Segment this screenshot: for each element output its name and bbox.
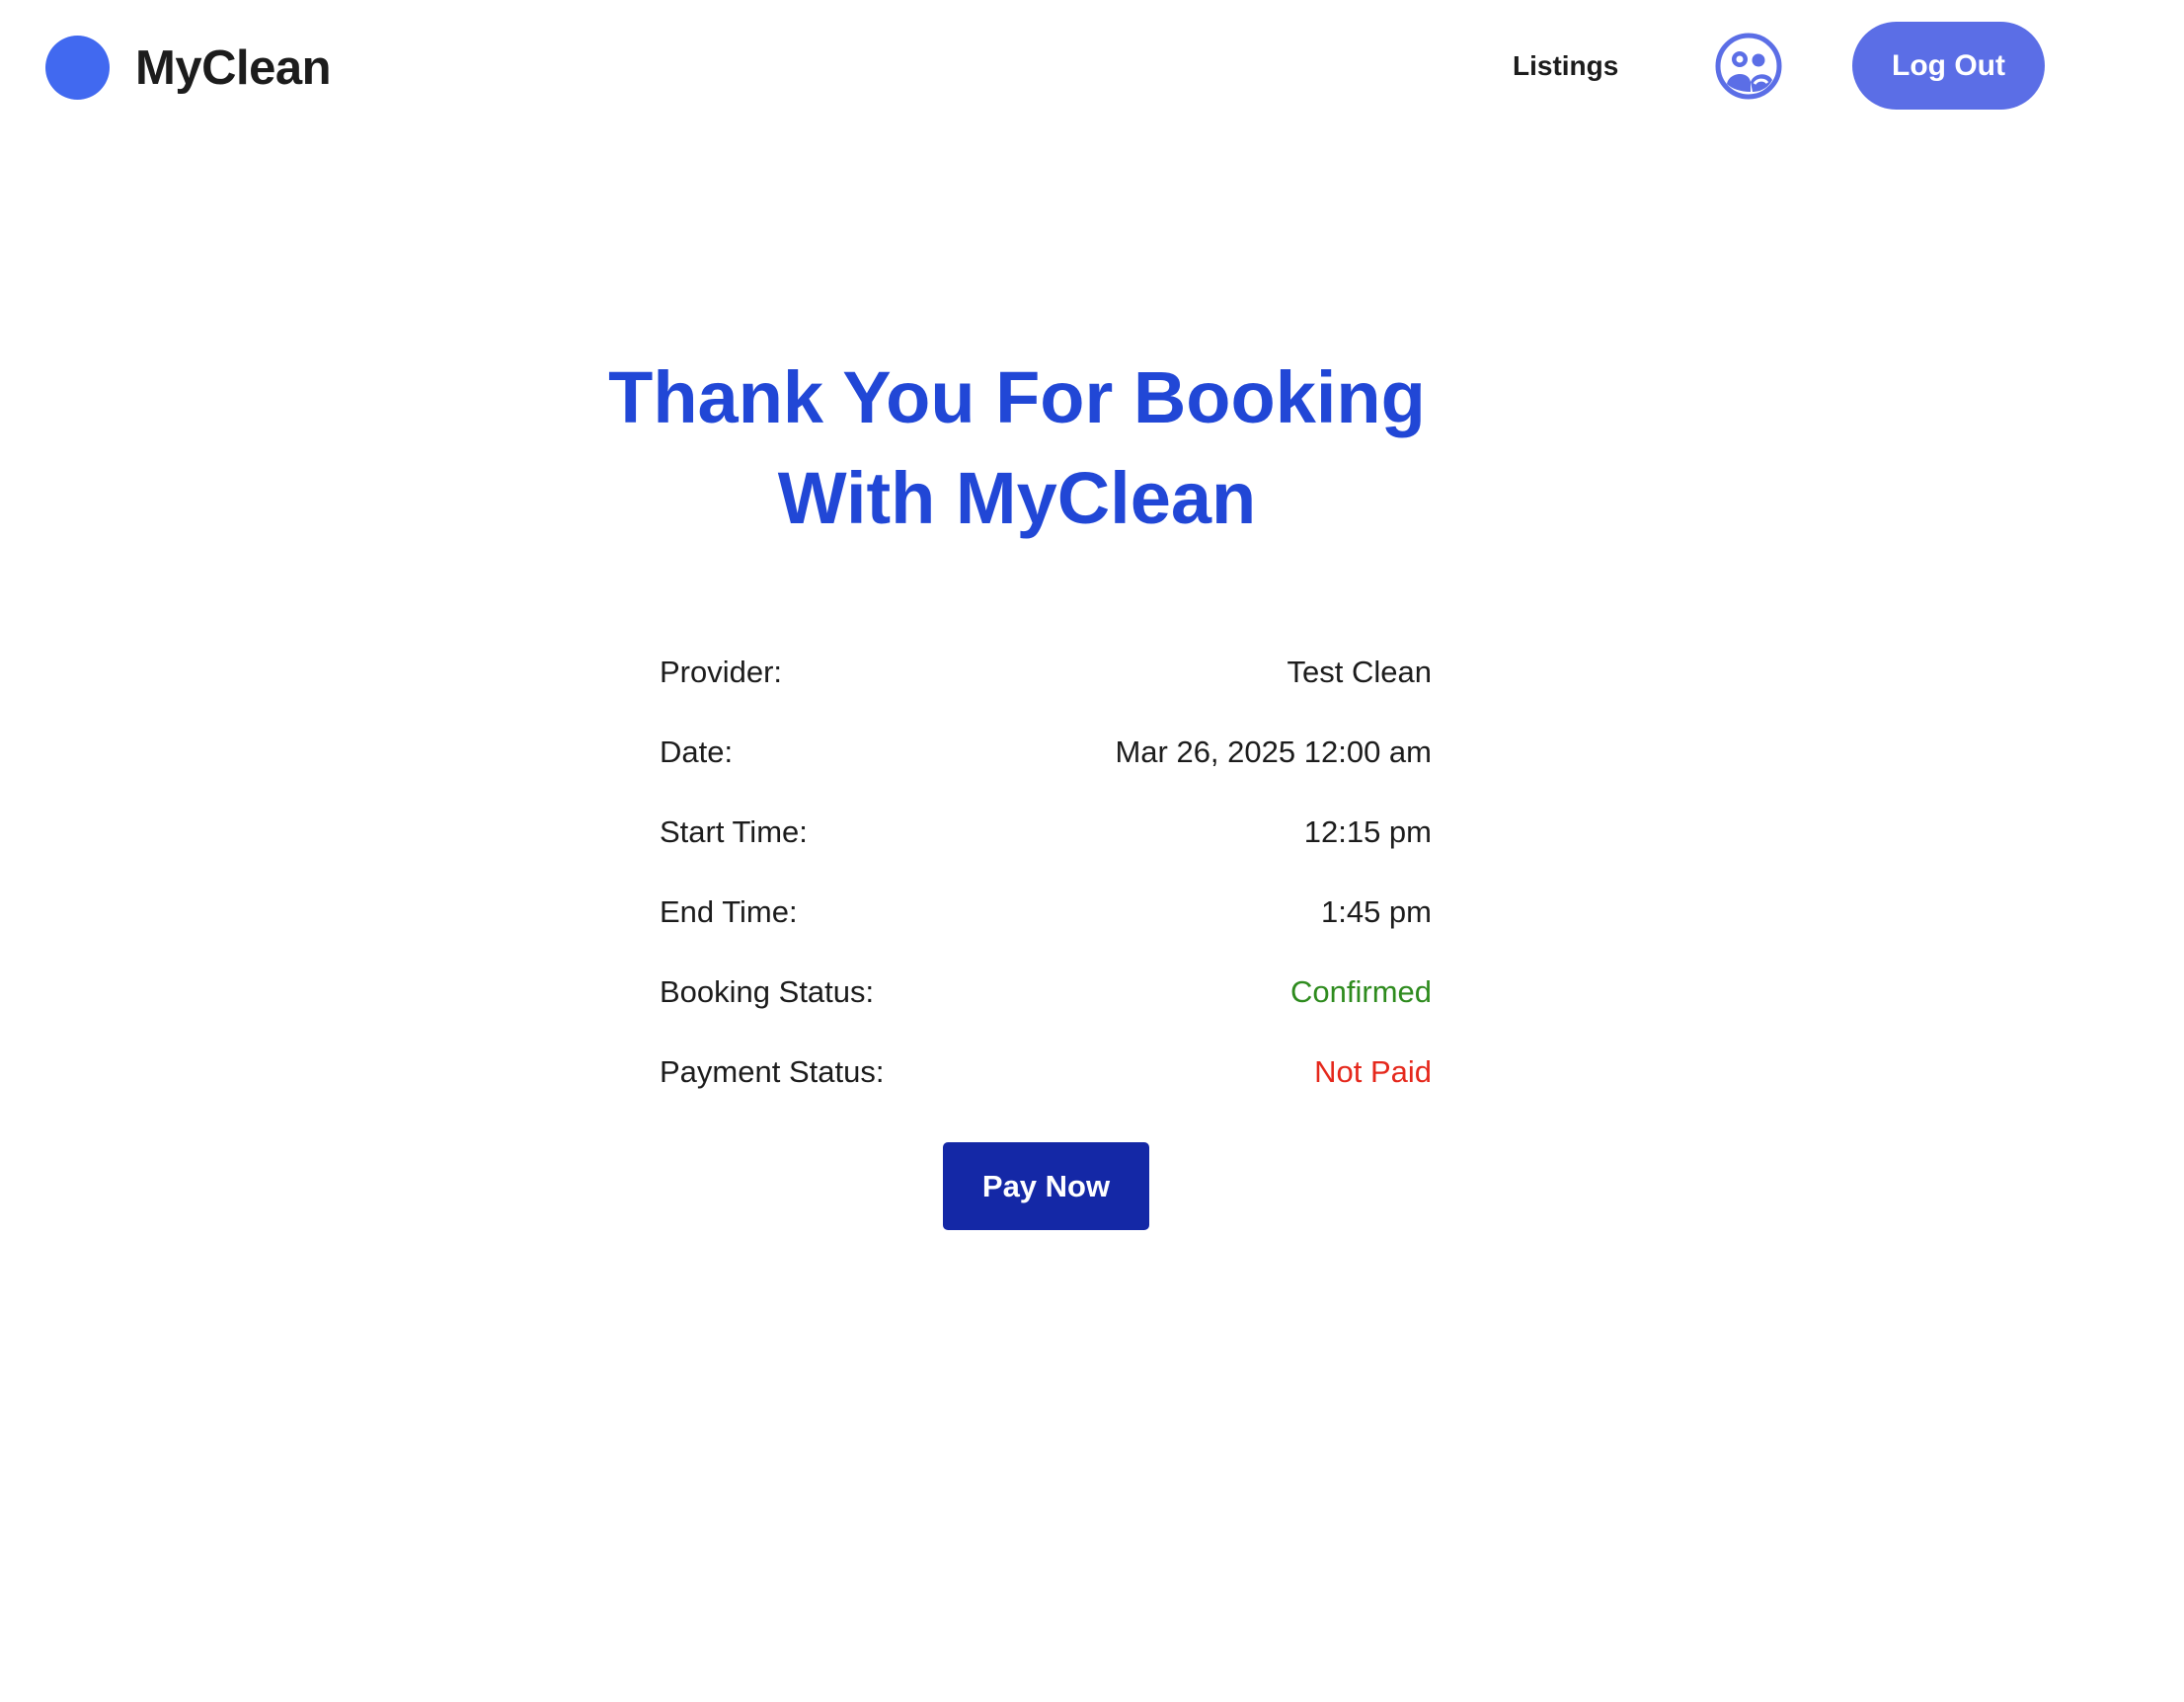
page-title: Thank You For Booking With MyClean <box>553 348 1481 549</box>
detail-label: Start Time: <box>660 813 808 849</box>
brand-logo-icon <box>45 36 110 100</box>
brand-name: MyClean <box>135 40 332 95</box>
detail-row-end-time: End Time: 1:45 pm <box>660 872 1432 952</box>
detail-label: End Time: <box>660 893 798 929</box>
nav-link-listings[interactable]: Listings <box>1513 50 1618 82</box>
provider-value: Test Clean <box>1287 654 1432 689</box>
detail-label: Booking Status: <box>660 973 875 1009</box>
booking-status-badge: Confirmed <box>1290 973 1432 1009</box>
detail-row-date: Date: Mar 26, 2025 12:00 am <box>660 712 1432 792</box>
user-avatar-icon[interactable] <box>1715 33 1782 100</box>
booking-details: Provider: Test Clean Date: Mar 26, 2025 … <box>660 632 1432 1112</box>
detail-row-booking-status: Booking Status: Confirmed <box>660 952 1432 1032</box>
detail-label: Payment Status: <box>660 1053 885 1089</box>
brand[interactable]: MyClean <box>45 36 332 100</box>
payment-status-badge: Not Paid <box>1314 1053 1432 1089</box>
logout-button[interactable]: Log Out <box>1852 22 2045 110</box>
detail-row-provider: Provider: Test Clean <box>660 632 1432 712</box>
top-navbar: MyClean Listings Log Out <box>0 0 2184 133</box>
detail-row-payment-status: Payment Status: Not Paid <box>660 1032 1432 1112</box>
date-value: Mar 26, 2025 12:00 am <box>1115 734 1432 769</box>
detail-row-start-time: Start Time: 12:15 pm <box>660 792 1432 872</box>
end-time-value: 1:45 pm <box>1320 893 1432 929</box>
detail-label: Date: <box>660 734 734 769</box>
detail-label: Provider: <box>660 654 783 689</box>
pay-now-button[interactable]: Pay Now <box>943 1142 1149 1230</box>
page-title-line-1: Thank You For Booking <box>608 356 1426 438</box>
start-time-value: 12:15 pm <box>1303 813 1432 849</box>
page-title-line-2: With MyClean <box>777 457 1257 539</box>
